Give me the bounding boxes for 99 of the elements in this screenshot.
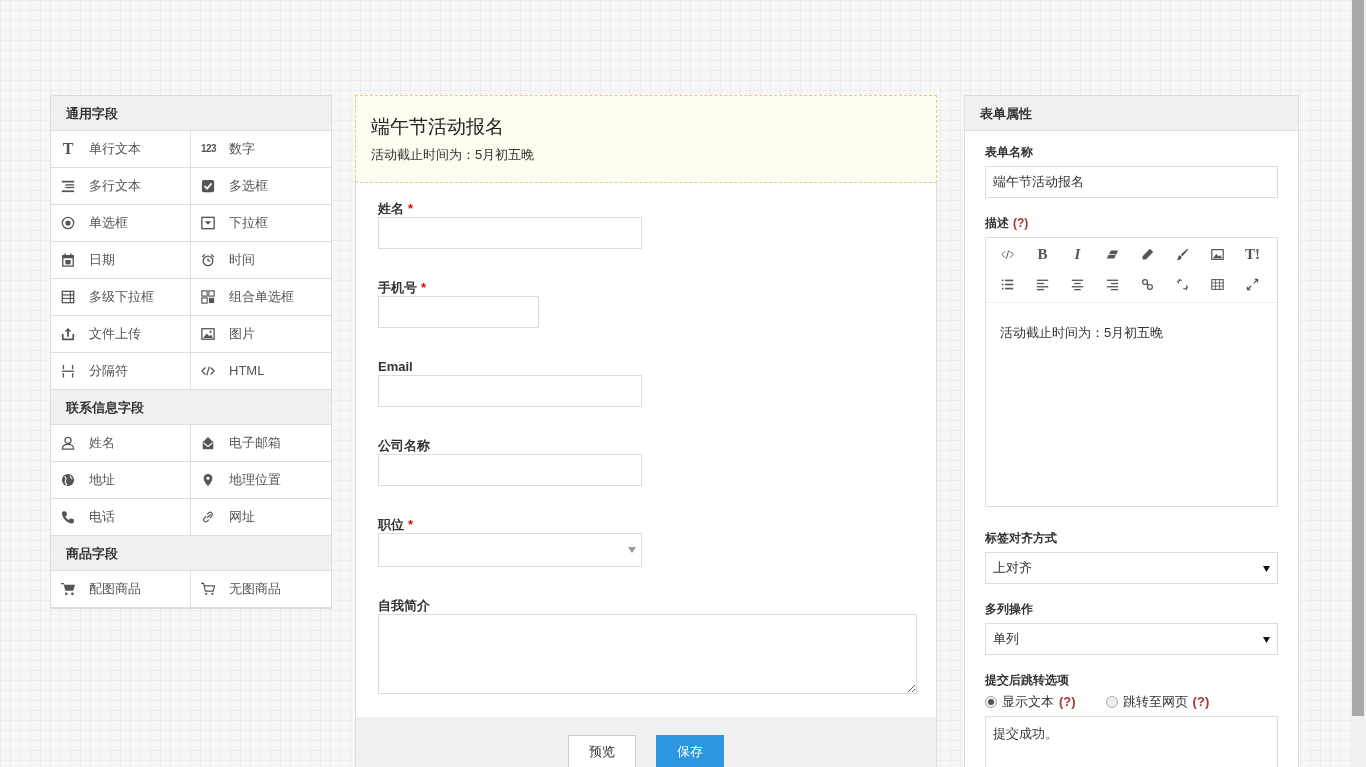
image-icon [1211, 247, 1224, 261]
globe-icon [61, 473, 75, 487]
panel-title: 表单属性 [965, 96, 1298, 131]
field-type-item[interactable]: 123 数字 [191, 131, 331, 168]
field-type-item[interactable]: 文件上传 [51, 316, 191, 353]
eraser-icon [1106, 247, 1119, 261]
align-center-icon [1071, 277, 1084, 291]
field-type-item[interactable]: 单选框 [51, 205, 191, 242]
required-mark: * [408, 517, 414, 533]
text-area[interactable]: 提交成功。 [985, 715, 1278, 767]
caret-icon [1263, 564, 1270, 572]
required-mark: * [408, 201, 414, 217]
field-type-item[interactable]: 电子邮箱 [191, 425, 331, 462]
radio-icon [61, 216, 75, 230]
align-left-icon [1036, 277, 1049, 291]
table-icon [1211, 277, 1224, 291]
help-link[interactable]: (?) [1192, 692, 1210, 712]
brush-icon [1176, 247, 1189, 261]
field-type-item[interactable]: 地理位置 [191, 462, 331, 499]
grid-blocks-icon [201, 290, 215, 304]
field-label: 描述 (?) [985, 215, 1030, 232]
field-type-item[interactable]: T 单行文本 [51, 131, 191, 168]
radio-option[interactable]: 显示文本 (?) [985, 692, 1076, 712]
upload-icon [61, 327, 75, 341]
code-icon [1001, 247, 1014, 261]
help-link[interactable]: (?) [1013, 216, 1029, 230]
link-icon [1141, 277, 1154, 291]
format-button[interactable]: T! [1235, 244, 1270, 264]
glyph-icon: 123 [201, 144, 215, 154]
field-type-item[interactable]: 多选框 [191, 168, 331, 205]
rich-text-editor[interactable]: B I T! 活动截止时间为：5月初五晚 [985, 237, 1278, 507]
field-label: Email [378, 359, 414, 376]
field-label: 手机号 * [378, 280, 428, 297]
format-button[interactable]: I [1060, 244, 1095, 264]
form-name-field[interactable]: 端午节活动报名 [985, 166, 1278, 198]
field-type-item[interactable]: 组合单选框 [191, 279, 331, 316]
form-title: 端午节活动报名 [371, 116, 505, 139]
phone-icon [61, 510, 75, 524]
format-button[interactable]: B [1025, 244, 1060, 264]
lines-icon [61, 179, 75, 193]
field-label: 姓名 * [378, 201, 415, 218]
radio-option[interactable]: 跳转至网页 (?) [1105, 692, 1210, 712]
pencil-icon [1141, 247, 1154, 261]
dropdown-icon [201, 216, 215, 230]
list-box-icon [61, 290, 75, 304]
list-icon [1001, 277, 1014, 291]
field-type-item[interactable]: 图片 [191, 316, 331, 353]
separator-icon [61, 364, 75, 378]
field-type-item[interactable]: 时间 [191, 242, 331, 279]
scrollbar-thumb[interactable] [1352, 0, 1364, 716]
select-field[interactable] [378, 533, 642, 568]
editor-text: 活动截止时间为：5月初五晚 [999, 324, 1165, 342]
input-field[interactable] [378, 375, 642, 408]
map-pin-icon [201, 473, 215, 487]
image-icon [201, 327, 215, 341]
field-type-item[interactable]: 下拉框 [191, 205, 331, 242]
field-type-item[interactable]: 无图商品 [191, 571, 331, 608]
envelope-icon [201, 436, 215, 450]
radio-button[interactable] [1105, 695, 1118, 708]
expand-icon [1246, 277, 1259, 291]
checkbox-icon [201, 179, 215, 193]
cart-outline-icon [201, 582, 215, 596]
radio-button[interactable] [985, 695, 997, 708]
code-icon [201, 364, 215, 378]
align-right-icon [1106, 277, 1119, 291]
field-label: 提交后跳转选项 [985, 672, 1070, 689]
glyph-icon: T [61, 141, 75, 157]
field-label: 公司名称 [378, 438, 431, 455]
field-type-item[interactable]: 多级下拉框 [51, 279, 191, 316]
palette-group-title: 商品字段 [51, 536, 331, 571]
field-label: 多列操作 [985, 601, 1034, 618]
field-type-item[interactable]: 姓名 [51, 425, 191, 462]
calendar-icon [61, 253, 75, 267]
field-label: 表单名称 [985, 144, 1034, 161]
cart-icon [61, 582, 75, 596]
preview-button[interactable]: 预览 [568, 735, 636, 767]
field-label: 标签对齐方式 [985, 530, 1058, 547]
input-field[interactable] [378, 296, 539, 329]
alarm-clock-icon [201, 253, 215, 267]
select-field[interactable]: 上对齐 [985, 552, 1278, 584]
help-link[interactable]: (?) [1059, 692, 1076, 712]
field-label: 职位 * [378, 517, 415, 534]
palette-group-title: 联系信息字段 [51, 390, 331, 425]
input-field[interactable] [378, 217, 642, 250]
field-label: 自我简介 [378, 598, 431, 615]
caret-icon [1263, 635, 1270, 643]
required-mark: * [421, 280, 427, 296]
link-icon [201, 510, 215, 524]
user-icon [61, 436, 75, 450]
field-type-item[interactable]: 多行文本 [51, 168, 191, 205]
form-description: 活动截止时间为：5月初五晚 [371, 145, 536, 164]
field-type-item[interactable]: 配图商品 [51, 571, 191, 608]
scrollbar[interactable] [1350, 0, 1366, 767]
palette-group-title: 通用字段 [51, 96, 331, 131]
field-type-item[interactable]: 地址 [51, 462, 191, 499]
caret-icon [628, 547, 636, 554]
select-field[interactable]: 单列 [985, 623, 1278, 655]
input-field[interactable] [378, 454, 642, 487]
field-type-item[interactable]: 日期 [51, 242, 191, 279]
